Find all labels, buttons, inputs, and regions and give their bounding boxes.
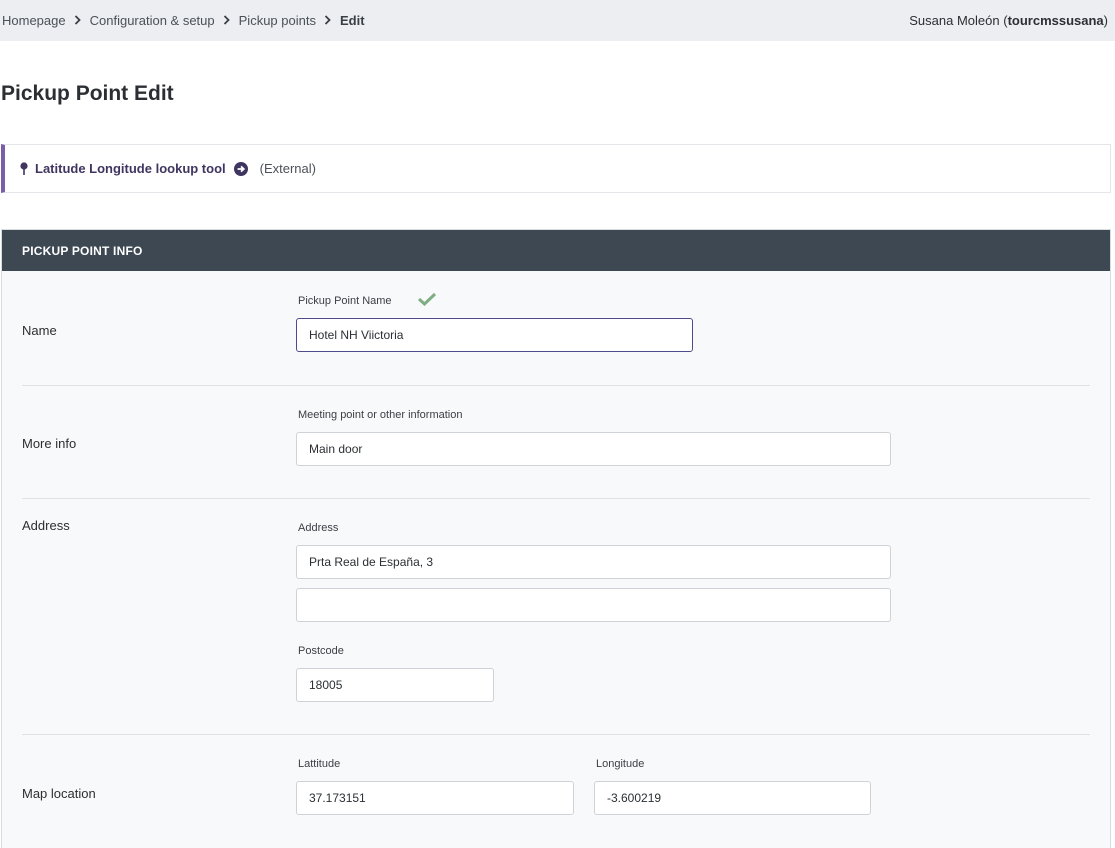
- lookup-tool-box: Latitude Longitude lookup tool (External…: [1, 144, 1111, 193]
- pickup-point-name-input[interactable]: [296, 318, 693, 352]
- address-row-label: Address: [22, 518, 70, 533]
- panel-header: PICKUP POINT INFO: [2, 230, 1110, 271]
- arrow-circle-right-icon: [233, 161, 248, 176]
- more-info-row-label: More info: [22, 436, 77, 451]
- breadcrumb-homepage[interactable]: Homepage: [2, 13, 66, 28]
- longitude-label: Longitude: [596, 758, 645, 770]
- breadcrumb: Homepage Configuration & setup Pickup po…: [2, 12, 365, 28]
- lat-long-lookup-label: Latitude Longitude lookup tool: [35, 161, 226, 176]
- postcode-input[interactable]: [296, 668, 494, 702]
- name-row-label: Name: [22, 323, 57, 338]
- postcode-label: Postcode: [298, 645, 344, 657]
- lat-long-lookup-link[interactable]: Latitude Longitude lookup tool: [20, 161, 248, 176]
- checkmark-icon: [417, 292, 437, 306]
- meeting-point-input[interactable]: [296, 432, 891, 466]
- row-divider: [22, 498, 1090, 499]
- chevron-right-icon: [316, 15, 340, 25]
- map-pin-icon: [20, 162, 28, 175]
- user-username: tourcmssusana: [1007, 13, 1104, 28]
- page-title: Pickup Point Edit: [1, 82, 174, 105]
- pickup-point-info-panel: PICKUP POINT INFO Name Pickup Point Name…: [1, 229, 1111, 848]
- meeting-point-label: Meeting point or other information: [298, 409, 463, 421]
- latitude-label: Lattitude: [298, 758, 341, 770]
- pickup-point-name-label: Pickup Point Name: [298, 295, 392, 307]
- row-divider: [22, 385, 1090, 386]
- latitude-input[interactable]: [296, 781, 574, 815]
- user-close-paren: ): [1103, 13, 1108, 28]
- address-field-label: Address: [298, 522, 339, 534]
- top-bar: Homepage Configuration & setup Pickup po…: [0, 0, 1115, 41]
- row-divider: [22, 734, 1090, 735]
- address-line1-input[interactable]: [296, 545, 891, 579]
- user-display-name: Susana Moleón: [909, 13, 1000, 28]
- chevron-right-icon: [66, 15, 90, 25]
- address-line2-input[interactable]: [296, 588, 891, 622]
- map-location-row-label: Map location: [22, 786, 96, 801]
- chevron-right-icon: [215, 15, 239, 25]
- breadcrumb-current: Edit: [339, 12, 365, 28]
- external-note: (External): [259, 161, 316, 176]
- user-info[interactable]: Susana Moleón (tourcmssusana): [909, 13, 1108, 28]
- longitude-input[interactable]: [594, 781, 871, 815]
- breadcrumb-pickup-points[interactable]: Pickup points: [239, 13, 316, 28]
- breadcrumb-configuration-setup[interactable]: Configuration & setup: [90, 13, 215, 28]
